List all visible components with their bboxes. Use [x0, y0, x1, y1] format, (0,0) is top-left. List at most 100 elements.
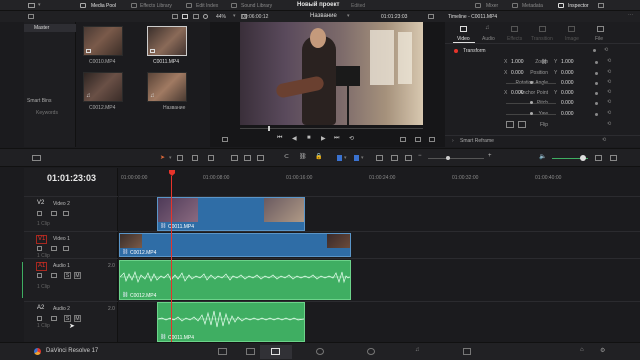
smart-reframe-section[interactable]: › Smart Reframe ⟲	[445, 135, 640, 146]
mixer-icon[interactable]	[475, 3, 481, 8]
smart-reframe-reset-icon[interactable]: ⟲	[602, 137, 606, 143]
go-to-end-icon[interactable]: ⏭	[334, 135, 339, 142]
track-id-a2[interactable]: A2	[37, 305, 44, 311]
list-view-icon[interactable]	[172, 14, 178, 19]
replace-clip-icon[interactable]	[257, 155, 264, 161]
clip-thumb-c0012[interactable]: ♫	[83, 72, 123, 102]
audio-tab-icon[interactable]: ♫	[485, 25, 490, 31]
inspector-menu-icon[interactable]: ···	[628, 12, 633, 18]
volume-slider-handle[interactable]	[580, 155, 586, 161]
track-name-a2[interactable]: Audio 2	[53, 306, 70, 312]
transform-reset-icon[interactable]: ⟲	[604, 47, 608, 53]
position-lock-icon[interactable]: 🔒	[315, 153, 322, 160]
zoom-full-icon[interactable]	[376, 155, 383, 161]
grid-view-icon[interactable]	[182, 14, 188, 19]
timeline-options-icon[interactable]	[610, 155, 617, 161]
timeline-clip-v1[interactable]: ⛓ C0012.MP4	[119, 233, 351, 257]
tab-audio[interactable]: Audio	[482, 36, 495, 42]
track-name-v2[interactable]: Video 2	[53, 201, 70, 207]
insert-clip-icon[interactable]	[231, 155, 238, 161]
cut-page-icon[interactable]	[246, 348, 255, 355]
viewer-frame[interactable]	[240, 22, 423, 125]
media-page-icon[interactable]	[218, 348, 227, 355]
auto-select-icon[interactable]	[51, 246, 57, 251]
video-tab-icon[interactable]	[460, 26, 467, 32]
trim-tool-icon[interactable]	[177, 155, 183, 161]
position-reset-icon[interactable]: ⟲	[607, 69, 611, 75]
source-timecode[interactable]: 00:06:00:12	[242, 14, 268, 20]
sound-library-icon[interactable]	[231, 3, 237, 8]
blade-tool-icon[interactable]	[208, 155, 214, 161]
bin-list-icon[interactable]	[28, 14, 34, 19]
anchor-x-value[interactable]: 0.000	[511, 90, 524, 96]
effects-library-icon[interactable]	[131, 3, 137, 8]
dropdown-icon[interactable]: ▾	[38, 2, 41, 8]
flip-vertical-icon[interactable]	[518, 121, 526, 128]
zoom-custom-icon[interactable]	[405, 155, 412, 161]
zoom-dropdown-icon[interactable]: ▾	[233, 13, 236, 19]
clip-thumb-c0010[interactable]	[83, 26, 123, 56]
clip-name-dropdown-icon[interactable]: ▾	[347, 13, 350, 19]
stop-icon[interactable]: ■	[307, 135, 311, 141]
bin-master[interactable]: Master	[24, 24, 76, 32]
lock-icon[interactable]	[37, 316, 42, 321]
metadata-icon[interactable]	[512, 3, 518, 8]
play-reverse-icon[interactable]: ◀	[292, 135, 297, 142]
track-id-a1[interactable]: A1	[36, 262, 48, 271]
crop-icon[interactable]	[222, 137, 228, 142]
rotation-keyframe-dot[interactable]	[595, 82, 598, 85]
lock-icon[interactable]	[37, 211, 42, 216]
mixer-tab[interactable]: Mixer	[486, 3, 498, 9]
playhead-line[interactable]	[171, 176, 172, 342]
marker-dropdown-icon[interactable]: ▾	[361, 155, 364, 161]
rotation-reset-icon[interactable]: ⟲	[607, 79, 611, 85]
auto-select-icon[interactable]	[51, 316, 57, 321]
track-id-v1[interactable]: V1	[36, 235, 48, 244]
marker-icon[interactable]	[354, 155, 359, 161]
scrubber-handle[interactable]	[268, 126, 270, 131]
sound-library-tab[interactable]: Sound Library	[241, 3, 272, 9]
edit-index-tab[interactable]: Edit Index	[196, 3, 218, 9]
play-icon[interactable]: ▶	[321, 135, 326, 142]
snapping-icon[interactable]: ⊂	[284, 153, 289, 160]
timeline-view-options-icon[interactable]	[32, 155, 41, 161]
position-keyframe-dot[interactable]	[595, 72, 598, 75]
anchor-y-value[interactable]: 0.000	[561, 90, 574, 96]
rotation-value[interactable]: 0.000	[561, 80, 574, 86]
auto-select-icon[interactable]	[51, 273, 57, 278]
viewer-zoom[interactable]: 44%	[216, 14, 226, 20]
lock-icon[interactable]	[37, 273, 42, 278]
timeline-zoom-slider[interactable]	[428, 158, 484, 159]
auto-select-icon[interactable]	[51, 211, 57, 216]
record-timecode[interactable]: 01:01:23:03	[381, 14, 407, 20]
sort-icon[interactable]	[193, 14, 199, 19]
zoom-detail-icon[interactable]	[391, 155, 398, 161]
fairlight-page-icon[interactable]: ♫	[415, 347, 420, 353]
link-icon[interactable]: ⛓	[541, 59, 547, 65]
settings-icon[interactable]: ⚙	[600, 347, 605, 354]
home-icon[interactable]: ⌂	[580, 347, 584, 353]
timeline-clip-a1[interactable]: ⛓ C0012.MP4	[119, 260, 351, 300]
lock-icon[interactable]	[37, 246, 42, 251]
track-id-v2[interactable]: V2	[37, 200, 44, 206]
transform-enabled-dot[interactable]	[454, 49, 458, 53]
anchor-reset-icon[interactable]: ⟲	[607, 89, 611, 95]
keywords-item[interactable]: Keywords	[36, 110, 58, 116]
solo-button[interactable]: S	[64, 272, 71, 279]
expand-icon[interactable]	[598, 3, 604, 8]
yaw-keyframe-dot[interactable]	[595, 113, 598, 116]
track-name-v1[interactable]: Video 1	[53, 236, 70, 242]
timeline-clip-a2[interactable]: ⛓ C0011.MP4	[157, 302, 305, 342]
transform-section-title[interactable]: Transform	[463, 48, 486, 54]
zoom-y-value[interactable]: 1.000	[561, 59, 574, 65]
ruler[interactable]	[119, 168, 640, 196]
media-pool-icon[interactable]	[80, 3, 86, 8]
pitch-slider-handle[interactable]	[530, 101, 533, 104]
track-name-a1[interactable]: Audio 1	[53, 263, 70, 269]
viewer-options-icon[interactable]	[428, 14, 434, 19]
pitch-reset-icon[interactable]: ⟲	[607, 99, 611, 105]
edit-index-icon[interactable]	[186, 3, 192, 8]
mute-button[interactable]: M	[74, 315, 81, 322]
deliver-page-icon[interactable]	[463, 348, 471, 355]
track-visibility-icon[interactable]	[63, 246, 69, 251]
